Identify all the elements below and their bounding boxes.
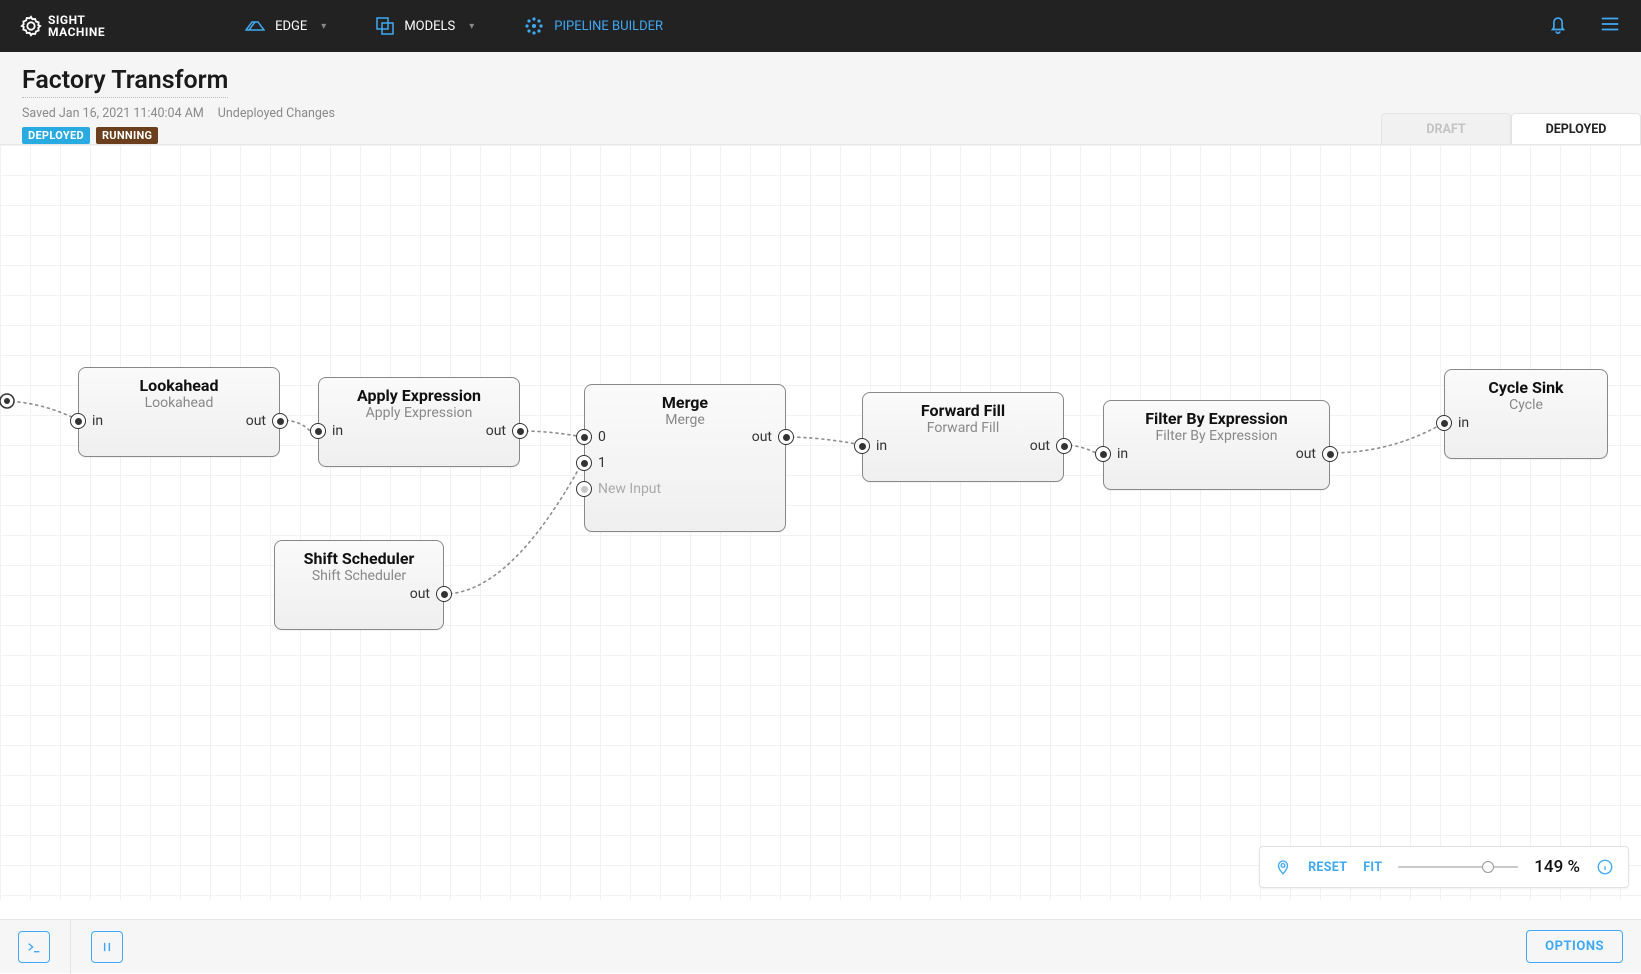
node-subtitle: Forward Fill [863,420,1063,436]
nav-edge[interactable]: EDGE ▾ [245,19,326,34]
nav-edge-label: EDGE [275,19,307,34]
node-filter-by-expression[interactable]: Filter By Expression Filter By Expressio… [1103,400,1330,490]
models-icon [376,17,394,35]
reset-button[interactable]: RESET [1308,860,1347,875]
gear-eye-icon [20,15,42,37]
node-lookahead[interactable]: Lookahead Lookahead in out [78,367,280,457]
location-pin-icon[interactable] [1274,858,1292,876]
node-title: Cycle Sink [1445,370,1607,397]
node-cycle-sink[interactable]: Cycle Sink Cycle in [1444,369,1608,459]
edge-icon [245,19,265,33]
node-forward-fill[interactable]: Forward Fill Forward Fill in out [862,392,1064,482]
status-badge-deployed: DEPLOYED [22,127,90,144]
port-out[interactable]: out [486,423,528,439]
port-in[interactable]: in [854,438,887,454]
chevron-down-icon: ▾ [321,21,326,32]
port-out[interactable]: out [1296,446,1338,462]
nav-models[interactable]: MODELS ▾ [376,17,474,35]
port-out[interactable]: out [1030,438,1072,454]
node-title: Filter By Expression [1104,401,1329,428]
zoom-panel: RESET FIT 149 % [1259,846,1629,888]
nav-models-label: MODELS [404,19,455,34]
console-button[interactable] [18,931,50,963]
page-title[interactable]: Factory Transform [22,66,228,98]
node-shift-scheduler[interactable]: Shift Scheduler Shift Scheduler out [274,540,444,630]
fit-button[interactable]: FIT [1363,860,1382,875]
node-subtitle: Apply Expression [319,405,519,421]
zoom-slider-thumb[interactable] [1482,861,1494,873]
port-out[interactable]: out [752,429,794,445]
tab-deployed[interactable]: DEPLOYED [1511,113,1641,145]
node-title: Apply Expression [319,378,519,405]
pipeline-canvas[interactable]: Lookahead Lookahead in out Apply Express… [0,144,1641,900]
saved-timestamp: Saved Jan 16, 2021 11:40:04 AM [22,106,204,121]
pipeline-icon [524,16,544,36]
port-in[interactable]: in [70,413,103,429]
status-badge-running: RUNNING [96,127,158,144]
brand-text-2: MACHINE [48,26,105,38]
nav-pipeline-builder[interactable]: PIPELINE BUILDER [524,16,663,36]
options-button[interactable]: OPTIONS [1526,930,1623,963]
node-connections [0,145,1641,900]
node-title: Shift Scheduler [275,541,443,568]
page-header: Factory Transform Saved Jan 16, 2021 11:… [0,52,1641,144]
info-icon[interactable] [1596,858,1614,876]
nav-pipeline-label: PIPELINE BUILDER [554,19,663,34]
node-apply-expression[interactable]: Apply Expression Apply Expression in out [318,377,520,467]
node-subtitle: Cycle [1445,397,1607,413]
top-nav: SIGHT MACHINE EDGE ▾ MODELS ▾ PIPELINE B… [0,0,1641,52]
tab-draft[interactable]: DRAFT [1381,113,1511,145]
zoom-slider[interactable] [1398,866,1518,868]
port-new-input[interactable]: New Input [576,481,661,497]
node-merge[interactable]: Merge Merge 0 1 New Input out [584,384,786,532]
brand-logo[interactable]: SIGHT MACHINE [20,14,105,38]
port-0[interactable]: 0 [576,429,606,445]
port-1[interactable]: 1 [576,455,606,471]
port-in[interactable]: in [1095,446,1128,462]
node-title: Lookahead [79,368,279,395]
zoom-value: 149 % [1534,857,1580,877]
node-subtitle: Filter By Expression [1104,428,1329,444]
chevron-down-icon: ▾ [469,21,474,32]
view-tabs: DRAFT DEPLOYED [1381,113,1641,145]
port-in[interactable]: in [1436,415,1469,431]
bell-icon[interactable] [1547,13,1569,39]
port-in[interactable]: in [310,423,343,439]
hamburger-icon[interactable] [1599,13,1621,39]
node-subtitle: Merge [585,412,785,428]
undeployed-changes: Undeployed Changes [218,106,335,121]
node-title: Forward Fill [863,393,1063,420]
node-subtitle: Shift Scheduler [275,568,443,584]
node-title: Merge [585,385,785,412]
pause-button[interactable] [91,931,123,963]
port-out[interactable]: out [246,413,288,429]
bottom-bar: OPTIONS [0,919,1641,973]
divider [70,920,71,974]
port-out[interactable]: out [410,586,452,602]
node-subtitle: Lookahead [79,395,279,411]
